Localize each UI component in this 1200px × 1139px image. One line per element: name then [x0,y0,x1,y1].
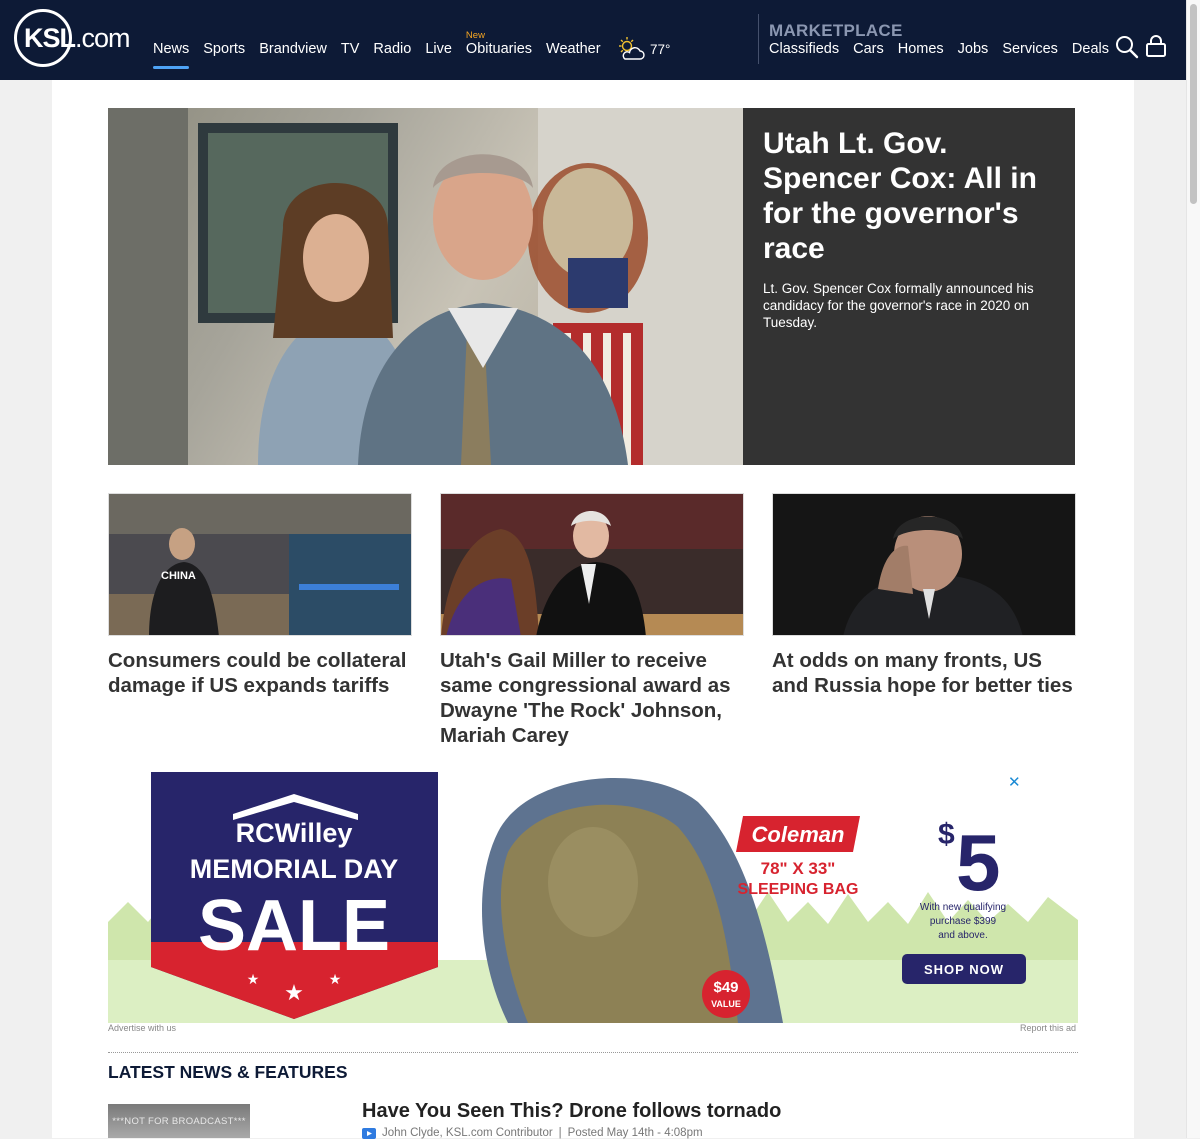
hero-headline[interactable]: Utah Lt. Gov. Spencer Cox: All in for th… [763,126,1063,266]
video-icon [362,1127,376,1139]
hero-story[interactable]: Utah Lt. Gov. Spencer Cox: All in for th… [108,108,1075,465]
story-headline[interactable]: At odds on many fronts, US and Russia ho… [772,648,1076,698]
nav-item-live[interactable]: Live [425,41,452,63]
posted-timestamp: Posted May 14th - 4:08pm [567,1127,703,1139]
nav-item-brandview[interactable]: Brandview [259,41,327,63]
top-navigation-bar: KSL.com News Sports Brandview TV Radio L… [0,0,1186,80]
nav-item-news[interactable]: News [153,41,190,69]
nav-item-jobs[interactable]: Jobs [958,41,989,57]
meta-separator: | [558,1127,562,1139]
advertise-with-us-link[interactable]: Advertise with us [108,1023,176,1033]
hero-summary: Lt. Gov. Spencer Cox formally announced … [763,281,1034,330]
advertisement-banner[interactable]: RCWilley MEMORIAL DAY SALE ★ ★ ★ $49 VAL… [108,772,1078,1023]
ad-headline-big: SALE [198,886,390,966]
ad-price-symbol: $ [938,818,955,851]
search-icon[interactable] [1115,35,1139,59]
ad-product-name: SLEEPING BAG [738,881,859,898]
main-nav: News Sports Brandview TV Radio Live New … [153,30,615,69]
ad-value-price: $49 [713,979,738,996]
hero-photo-illustration [108,108,743,465]
author-name[interactable]: John Clyde, KSL.com Contributor [382,1127,553,1139]
nav-item-tv[interactable]: TV [341,41,360,63]
ad-close-icon[interactable]: ✕ [1008,773,1021,791]
svg-text:★: ★ [247,971,260,987]
hero-photo [108,108,743,465]
story-card-tariffs[interactable]: CHINA Consumers could be collateral dama… [108,493,412,698]
section-divider [108,1052,1078,1053]
ad-price-note-3: and above. [938,930,988,941]
ksl-logo[interactable]: KSL.com [14,9,134,71]
ad-brand: RCWilley [236,818,353,848]
nav-item-homes[interactable]: Homes [898,41,944,57]
story-headline[interactable]: Utah's Gail Miller to receive same congr… [440,648,744,748]
svg-text:★: ★ [284,980,304,1005]
nav-item-obituaries[interactable]: New Obituaries [466,30,532,63]
marketplace-nav: Classifieds Cars Homes Jobs Services Dea… [769,41,1123,57]
page-scrollbar[interactable] [1186,0,1200,1138]
nav-item-radio[interactable]: Radio [373,41,411,63]
ad-price: 5 [956,818,1001,907]
latest-story-thumbnail[interactable]: ***NOT FOR BROADCAST*** [108,1104,250,1138]
nav-item-deals[interactable]: Deals [1072,41,1109,57]
ad-cta: SHOP NOW [924,962,1004,977]
scrollbar-thumb[interactable] [1190,4,1197,204]
ad-price-note-1: With new qualifying [920,902,1006,913]
nav-item-classifieds[interactable]: Classifieds [769,41,839,57]
weather-widget[interactable]: 77° [616,36,670,62]
new-badge: New [465,30,485,41]
nav-item-services[interactable]: Services [1002,41,1058,57]
ad-value-label: VALUE [711,999,741,1009]
latest-story-headline[interactable]: Have You Seen This? Drone follows tornad… [362,1100,781,1123]
ad-creative: RCWilley MEMORIAL DAY SALE ★ ★ ★ $49 VAL… [108,772,1078,1023]
story-headline[interactable]: Consumers could be collateral damage if … [108,648,412,698]
hero-text-panel: Utah Lt. Gov. Spencer Cox: All in for th… [743,108,1075,465]
nav-item-cars[interactable]: Cars [853,41,884,57]
nav-item-weather[interactable]: Weather [546,41,601,63]
svg-text:★: ★ [329,971,342,987]
header-divider [758,14,759,64]
latest-news-heading: LATEST NEWS & FEATURES [108,1062,348,1082]
story-thumbnail [772,493,1076,636]
main-content: Utah Lt. Gov. Spencer Cox: All in for th… [52,80,1134,1139]
story-card-us-russia[interactable]: At odds on many fronts, US and Russia ho… [772,493,1076,698]
ad-product-brand: Coleman [752,822,845,847]
ad-price-note-2: purchase $399 [930,916,997,927]
story-thumbnail: CHINA [108,493,412,636]
account-lock-icon[interactable] [1145,34,1167,58]
thumb-overlay-text: ***NOT FOR BROADCAST*** [112,1116,246,1127]
ad-headline-top: MEMORIAL DAY [190,854,399,884]
weather-temperature: 77° [650,41,671,57]
story-thumbnail [440,493,744,636]
ad-product-size: 78" X 33" [761,859,836,878]
nav-item-sports[interactable]: Sports [203,41,245,63]
logo-text: KSL.com [24,23,131,53]
partly-cloudy-sun-icon [619,37,645,60]
marketplace-title[interactable]: MARKETPLACE [769,21,903,41]
latest-story-meta: John Clyde, KSL.com Contributor | Posted… [362,1127,703,1139]
report-ad-link[interactable]: Report this ad [1020,1023,1076,1033]
story-card-gail-miller[interactable]: Utah's Gail Miller to receive same congr… [440,493,744,748]
thumb-shirt-text: CHINA [161,570,196,582]
